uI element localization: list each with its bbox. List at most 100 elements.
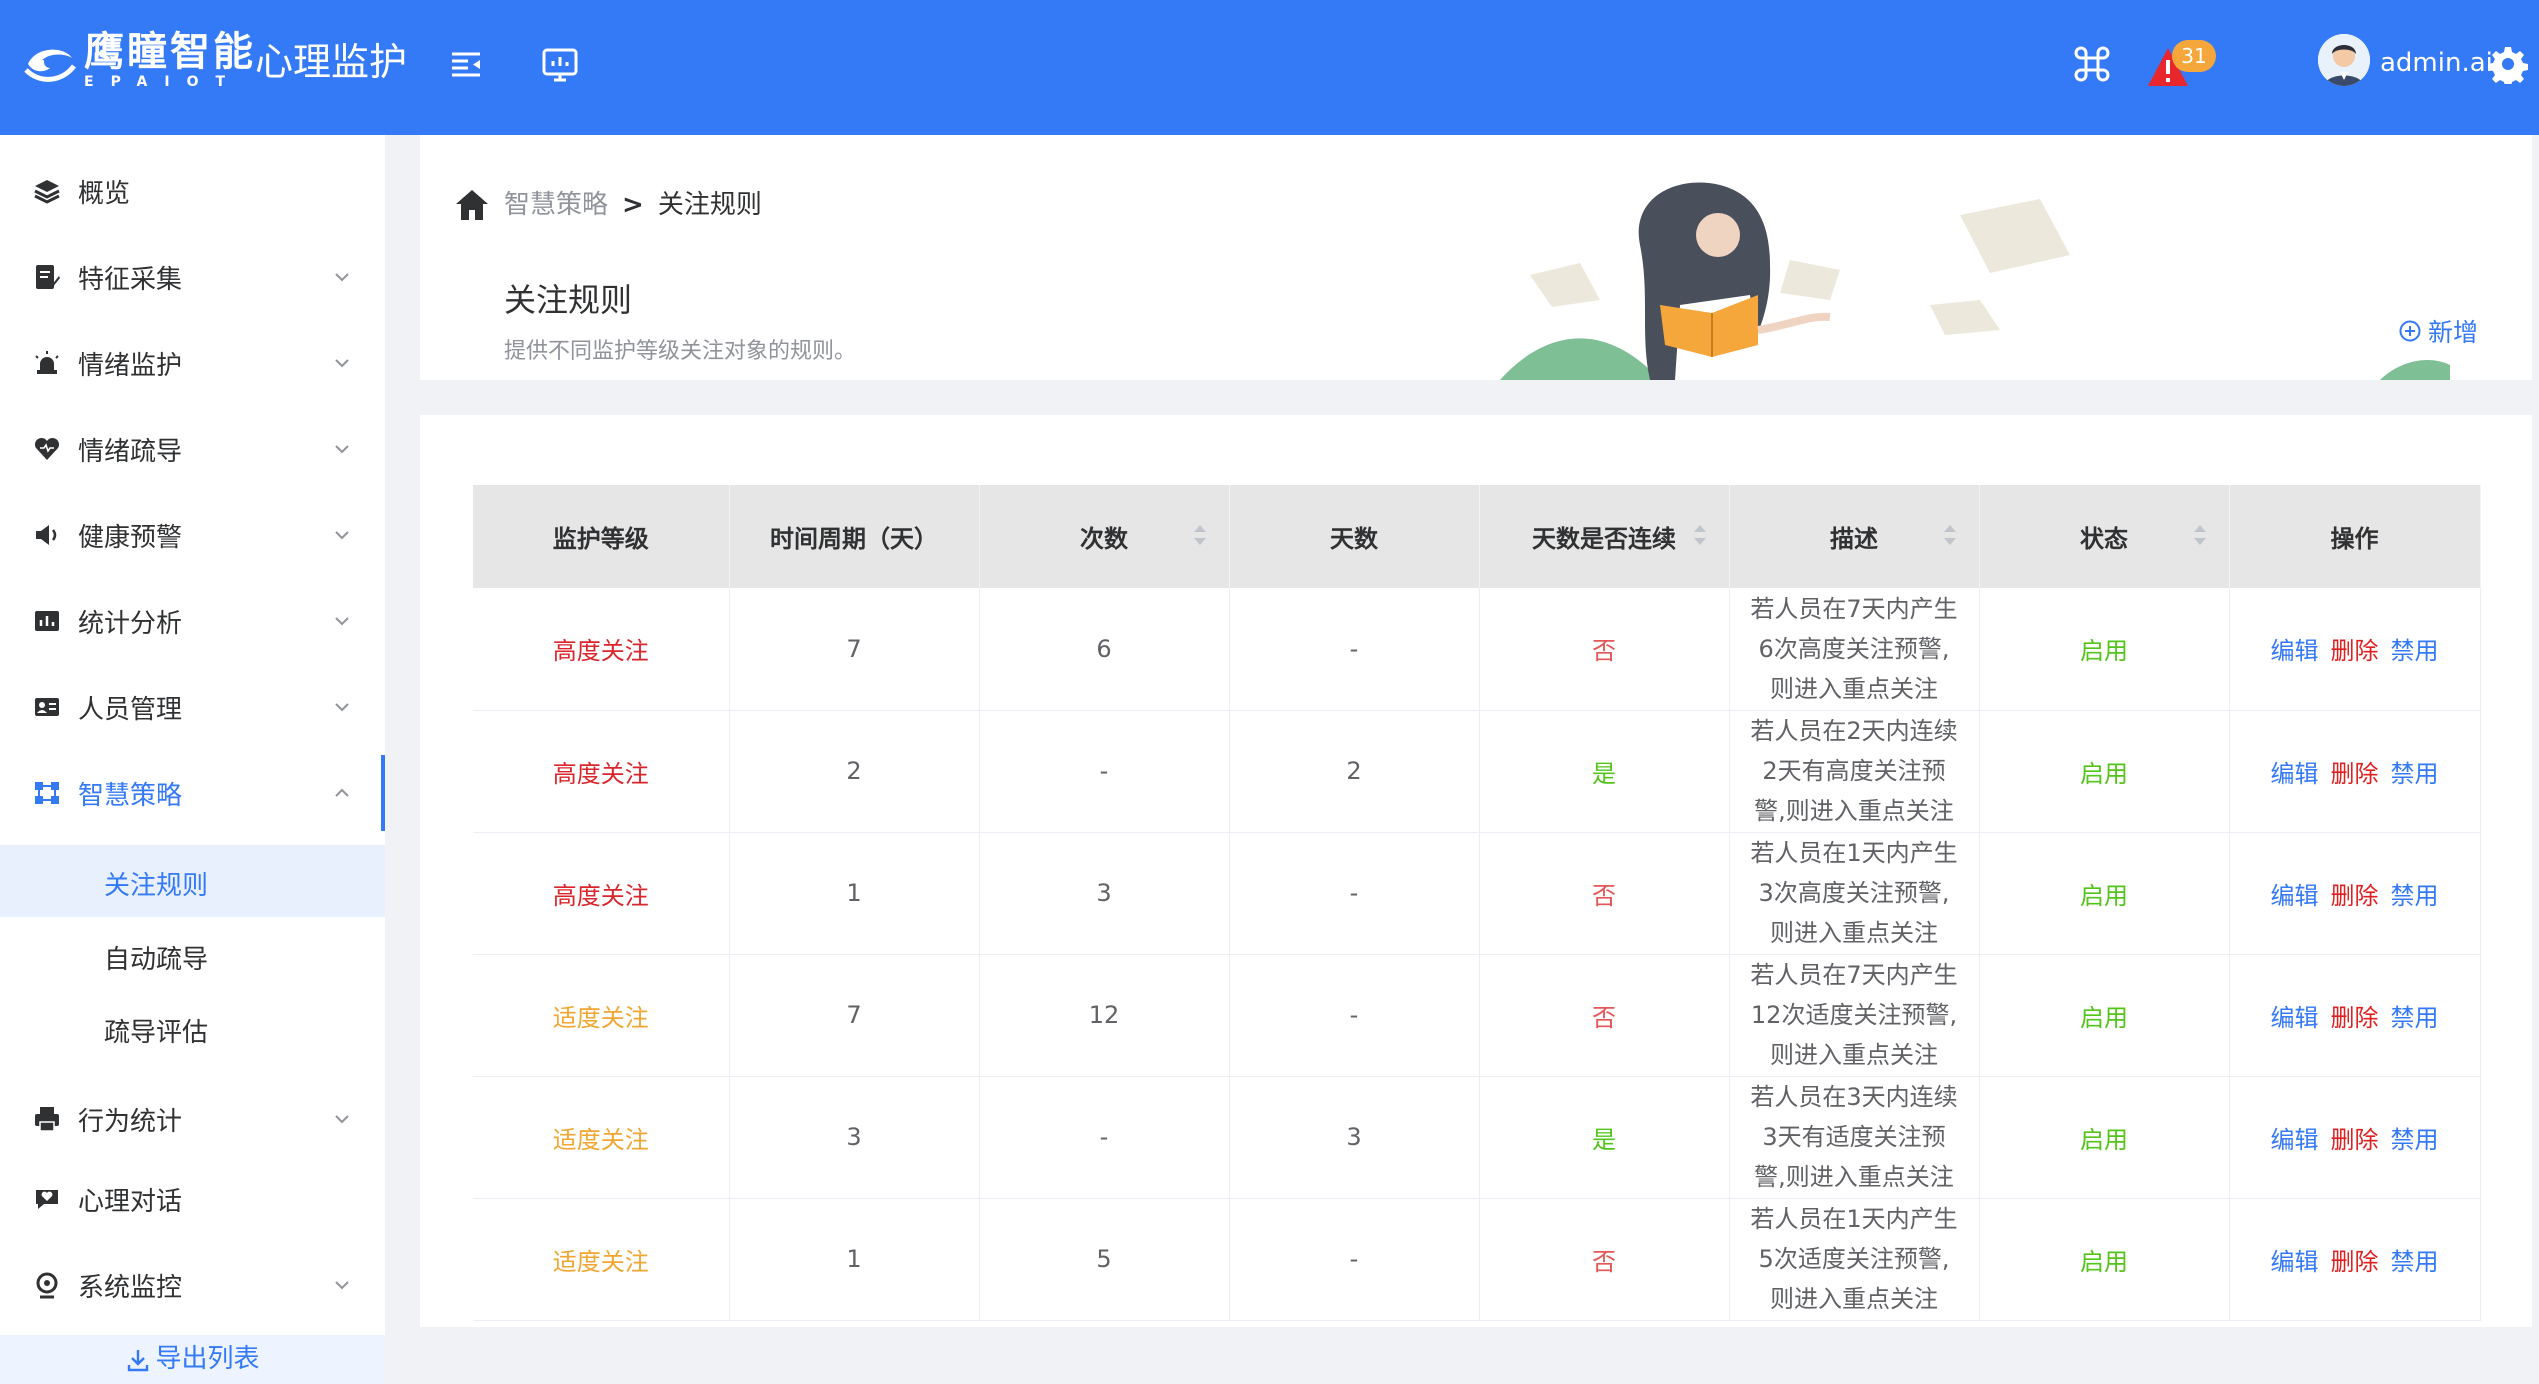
export-list-button[interactable]: 导出列表	[0, 1335, 385, 1384]
sort-icon[interactable]	[1943, 523, 1957, 547]
sidebar-subitem-guidance-evaluation[interactable]: 疏导评估	[0, 992, 385, 1064]
collapse-menu-icon[interactable]	[446, 44, 486, 84]
disable-button[interactable]: 禁用	[2391, 1120, 2439, 1155]
edit-button[interactable]: 编辑	[2271, 631, 2319, 666]
breadcrumb-parent[interactable]: 智慧策略	[504, 190, 608, 220]
sort-icon[interactable]	[1193, 523, 1207, 547]
location-icon	[36, 1272, 58, 1299]
edit-doc-icon	[36, 265, 60, 289]
heart-icon	[34, 437, 60, 460]
sidebar-item-overview[interactable]: 概览	[0, 153, 385, 229]
column-header-actions: 操作	[2229, 485, 2481, 588]
cell-continuous: 是	[1479, 710, 1730, 833]
cell-actions: 编辑 删除 禁用	[2229, 832, 2481, 955]
edit-button[interactable]: 编辑	[2271, 998, 2319, 1033]
cell-description: 若人员在7天内产生 6次高度关注预警, 则进入重点关注	[1729, 588, 1980, 711]
page-description: 提供不同监护等级关注对象的规则。	[504, 339, 857, 364]
cell-description-line: 若人员在7天内产生	[1750, 594, 1958, 623]
column-header-count[interactable]: 次数	[979, 485, 1230, 588]
sidebar-item-smart-strategy[interactable]: 智慧策略	[0, 755, 385, 831]
delete-button[interactable]: 删除	[2331, 998, 2379, 1033]
cell-level: 适度关注	[473, 954, 730, 1077]
plus-circle-icon	[2399, 320, 2421, 342]
disable-button[interactable]: 禁用	[2391, 631, 2439, 666]
sidebar-item-feature-collection[interactable]: 特征采集	[0, 239, 385, 315]
cell-status: 启用	[1979, 954, 2230, 1077]
table-row: 高度关注 7 6- 否若人员在7天内产生 6次高度关注预警, 则进入重点关注 启用 编辑 删除禁…	[473, 588, 2481, 711]
page-header-card: 智慧策略 > 关注规则 关注规则 提供不同监护等级关注对象的规则。 新增	[420, 135, 2532, 380]
layers-icon	[34, 180, 60, 204]
cell-description-line: 警,则进入重点关注	[1754, 1163, 1954, 1191]
sidebar-item-emotion-monitor[interactable]: 情绪监护	[0, 325, 385, 401]
delete-button[interactable]: 删除	[2331, 754, 2379, 789]
disable-button[interactable]: 禁用	[2391, 998, 2439, 1033]
sidebar-subitem-auto-guidance[interactable]: 自动疏导	[0, 919, 385, 991]
sidebar-item-label: 情绪监护	[78, 350, 183, 381]
alarm-light-icon	[35, 351, 59, 374]
column-header-period: 时间周期（天）	[729, 485, 980, 588]
column-header-desc-label: 描述	[1830, 525, 1878, 553]
column-header-status[interactable]: 状态	[1979, 485, 2230, 588]
sidebar-item-emotion-guidance[interactable]: 情绪疏导	[0, 411, 385, 487]
column-header-continuous[interactable]: 天数是否连续	[1479, 485, 1730, 588]
column-header-level: 监护等级	[473, 485, 730, 588]
disable-button[interactable]: 禁用	[2391, 754, 2439, 789]
column-header-desc[interactable]: 描述	[1729, 485, 1980, 588]
breadcrumb-separator: >	[622, 190, 644, 220]
add-rule-label: 新增	[2428, 318, 2479, 347]
edit-button[interactable]: 编辑	[2271, 1242, 2319, 1277]
edit-button[interactable]: 编辑	[2271, 754, 2319, 789]
cell-status: 启用	[1979, 1076, 2230, 1199]
home-icon[interactable]	[454, 187, 490, 223]
edit-button[interactable]: 编辑	[2271, 876, 2319, 911]
cell-actions: 编辑 删除 禁用	[2229, 710, 2481, 833]
sidebar-item-label: 概览	[78, 178, 131, 209]
breadcrumb-current: 关注规则	[657, 190, 762, 220]
cell-count: 5	[979, 1198, 1230, 1321]
settings-gear-icon[interactable]	[2488, 44, 2528, 84]
download-icon	[128, 1349, 149, 1371]
sidebar-item-health-warning[interactable]: 健康预警	[0, 497, 385, 573]
chevron-down-icon	[335, 617, 349, 626]
column-header-status-label: 状态	[2080, 525, 2128, 553]
page-scrollbar[interactable]	[2532, 135, 2539, 1335]
delete-button[interactable]: 删除	[2331, 1120, 2379, 1155]
alert-count-badge: 31	[2172, 40, 2216, 72]
column-header-count-label: 次数	[1080, 525, 1128, 553]
cell-description-line: 5次适度关注预警,	[1758, 1245, 1950, 1273]
delete-button[interactable]: 删除	[2331, 876, 2379, 911]
delete-button[interactable]: 删除	[2331, 631, 2379, 666]
sort-icon[interactable]	[2193, 523, 2207, 547]
edit-button[interactable]: 编辑	[2271, 1120, 2319, 1155]
sidebar-subitem-attention-rules[interactable]: 关注规则	[0, 845, 385, 917]
sort-icon[interactable]	[1693, 523, 1707, 547]
apps-command-icon[interactable]	[2072, 44, 2112, 84]
disable-button[interactable]: 禁用	[2391, 876, 2439, 911]
disable-button[interactable]: 禁用	[2391, 1242, 2439, 1277]
printer-icon	[35, 1107, 59, 1132]
cell-description-line: 若人员在1天内产生	[1750, 839, 1958, 867]
cell-period: 7	[729, 588, 980, 711]
sidebar-item-personnel[interactable]: 人员管理	[0, 669, 385, 745]
sidebar-item-label: 情绪疏导	[78, 436, 183, 467]
cell-description-line: 若人员在1天内产生	[1750, 1205, 1958, 1233]
username[interactable]: admin.ai	[2380, 46, 2493, 80]
delete-button[interactable]: 删除	[2331, 1242, 2379, 1277]
cell-description: 若人员在1天内产生 5次适度关注预警, 则进入重点关注	[1729, 1198, 1980, 1321]
avatar[interactable]	[2318, 34, 2370, 86]
sidebar-item-statistics[interactable]: 统计分析	[0, 583, 385, 659]
cell-continuous: 是	[1479, 1076, 1730, 1199]
cell-description-line: 警,则进入重点关注	[1754, 797, 1954, 825]
cell-count: -	[979, 1076, 1230, 1199]
sidebar-item-system-monitor[interactable]: 系统监控	[0, 1247, 385, 1323]
brand-name-en: EPAIOT	[84, 74, 243, 90]
cell-count: -	[979, 710, 1230, 833]
chevron-down-icon	[335, 1115, 349, 1124]
add-rule-button[interactable]: 新增	[2398, 313, 2478, 349]
sidebar-item-label: 系统监控	[78, 1272, 183, 1303]
sidebar-item-behavior-stats[interactable]: 行为统计	[0, 1081, 385, 1157]
monitor-screen-icon[interactable]	[540, 44, 580, 84]
brand-name: 鹰瞳智能	[84, 29, 256, 75]
cell-level: 适度关注	[473, 1076, 730, 1199]
sidebar-item-psych-dialogue[interactable]: 心理对话	[0, 1161, 385, 1237]
